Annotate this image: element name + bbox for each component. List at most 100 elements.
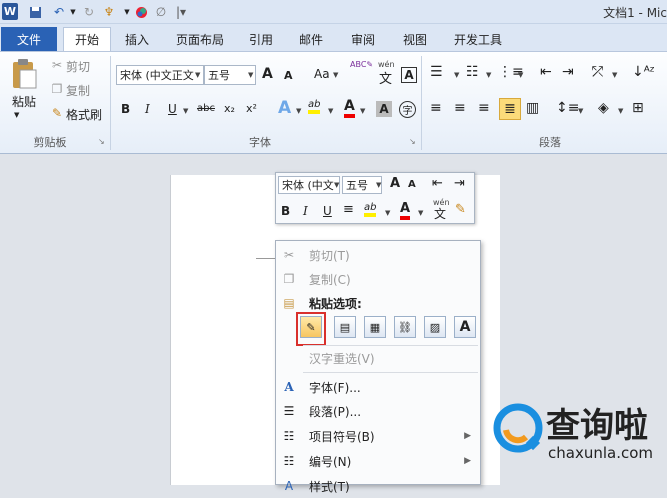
chinese-layout-icon[interactable]: ⤱ (592, 64, 603, 80)
highlight-icon[interactable]: ab (308, 99, 321, 114)
mini-phonetic-icon[interactable]: 文 (434, 205, 446, 222)
distributed-icon[interactable]: ▥ (526, 100, 539, 116)
format-painter-icon[interactable]: ✎ (50, 106, 64, 120)
borders-icon[interactable]: ⊞ (632, 100, 644, 116)
menu-item-copy[interactable]: ❐ 复制(C) (275, 267, 481, 291)
mini-highlight-dropdown-icon[interactable]: ▼ (385, 209, 390, 217)
mini-font-color-dropdown-icon[interactable]: ▼ (418, 209, 423, 217)
line-spacing-icon[interactable]: ↕≡ (556, 100, 579, 116)
font-name-dropdown-icon[interactable]: ▼ (195, 71, 200, 79)
mini-font-color-icon[interactable]: A (400, 201, 411, 220)
align-left-icon[interactable]: ≡ (430, 100, 442, 116)
paste-text-only-icon[interactable]: A (454, 316, 476, 338)
draw-icon[interactable]: ∅ (152, 3, 170, 21)
cut-button[interactable]: 剪切 (66, 58, 90, 75)
enclose-char-icon[interactable]: 字 (399, 101, 416, 118)
paste-link-icon[interactable]: ⛓ (394, 316, 416, 338)
shrink-font-icon[interactable]: A (284, 69, 293, 82)
justify-icon[interactable]: ≣ (499, 98, 521, 120)
bullets-dropdown-icon[interactable]: ▼ (454, 71, 459, 79)
cut-icon[interactable]: ✂ (50, 58, 64, 72)
copy-button[interactable]: 复制 (66, 82, 90, 99)
strikethrough-button[interactable]: abc (197, 103, 215, 114)
mini-increase-indent-icon[interactable]: ⇥ (454, 176, 465, 191)
tab-home[interactable]: 开始 (63, 27, 111, 51)
word-logo-icon[interactable]: W (2, 3, 18, 20)
copy-icon[interactable]: ❐ (50, 82, 64, 96)
mini-font-name-combo[interactable]: 宋体 (中文 (278, 176, 340, 194)
text-effects-icon[interactable]: A (278, 98, 291, 118)
tab-insert[interactable]: 插入 (118, 27, 156, 51)
menu-item-cut[interactable]: ✂ 剪切(T) (275, 243, 481, 267)
font-size-dropdown-icon[interactable]: ▼ (248, 71, 253, 79)
paste-button[interactable]: 粘贴 (6, 92, 42, 110)
mini-shrink-font-icon[interactable]: A (408, 179, 416, 190)
font-launcher-icon[interactable]: ↘ (409, 137, 416, 146)
customize-icon[interactable]: |▾ (172, 3, 190, 21)
paste-picture-icon[interactable]: ▨ (424, 316, 446, 338)
mini-format-painter-icon[interactable]: ✎ (455, 202, 466, 217)
chinese-layout-dropdown-icon[interactable]: ▼ (612, 71, 617, 79)
mini-center-icon[interactable]: ≡ (343, 202, 354, 217)
menu-item-styles[interactable]: A 样式(T) (275, 474, 481, 498)
paste-merge-format-icon[interactable]: ▤ (334, 316, 356, 338)
clear-format-icon[interactable]: ABC✎ (350, 60, 373, 69)
paste-keep-source-format-icon[interactable]: ✎ (300, 316, 322, 338)
font-color-icon[interactable]: A (344, 98, 355, 118)
paste-icon[interactable] (6, 56, 42, 92)
menu-item-bullets[interactable]: ☷ 项目符号(B) ▶ (275, 424, 481, 448)
change-case-dropdown-icon[interactable]: ▼ (333, 71, 338, 79)
menu-item-paragraph[interactable]: ☰ 段落(P)... (275, 399, 481, 423)
tab-mailings[interactable]: 邮件 (292, 27, 330, 51)
color-circle-icon[interactable] (132, 3, 150, 21)
shading-dropdown-icon[interactable]: ▼ (618, 107, 623, 115)
phonetic-guide-icon[interactable]: 文 (379, 68, 392, 87)
line-spacing-dropdown-icon[interactable]: ▼ (578, 107, 583, 115)
char-border-icon[interactable]: A (401, 67, 417, 83)
mini-decrease-indent-icon[interactable]: ⇤ (432, 176, 443, 191)
numbering-dropdown-icon[interactable]: ▼ (486, 71, 491, 79)
tab-layout[interactable]: 页面布局 (168, 27, 232, 51)
paste-dropdown-icon[interactable]: ▼ (14, 111, 19, 119)
save-icon[interactable] (26, 3, 44, 21)
align-center-icon[interactable]: ≡ (454, 100, 466, 116)
format-painter-button[interactable]: 格式刷 (66, 106, 102, 123)
mini-bold-button[interactable]: B (281, 204, 290, 218)
redo-icon[interactable]: ↻ (80, 3, 98, 21)
subscript-button[interactable]: x₂ (224, 102, 235, 115)
bullets-icon[interactable]: ☰ (430, 64, 443, 80)
tab-view[interactable]: 视图 (396, 27, 434, 51)
increase-indent-icon[interactable]: ⇥ (562, 64, 574, 80)
bold-button[interactable]: B (121, 102, 130, 116)
menu-item-font[interactable]: A 字体(F)... (275, 375, 481, 399)
change-case-icon[interactable]: Aa (314, 67, 330, 81)
mini-grow-font-icon[interactable]: A (390, 176, 400, 191)
char-shading-icon[interactable]: A (376, 101, 392, 117)
grow-font-icon[interactable]: A (262, 66, 273, 82)
format-painter-icon[interactable]: ♆ (100, 3, 118, 21)
shading-icon[interactable]: ◈ (598, 100, 609, 116)
tab-review[interactable]: 审阅 (344, 27, 382, 51)
underline-dropdown-icon[interactable]: ▼ (183, 107, 188, 115)
menu-item-reselect[interactable]: 汉字重选(V) (275, 346, 481, 370)
tab-references[interactable]: 引用 (242, 27, 280, 51)
mini-font-size-dropdown-icon[interactable]: ▼ (376, 181, 381, 189)
tab-developer[interactable]: 开发工具 (448, 27, 508, 51)
clipboard-launcher-icon[interactable]: ↘ (98, 137, 105, 146)
mini-underline-button[interactable]: U (323, 204, 332, 218)
align-right-icon[interactable]: ≡ (478, 100, 490, 116)
mini-italic-button[interactable]: I (303, 204, 308, 218)
mini-font-name-dropdown-icon[interactable]: ▼ (334, 181, 339, 189)
text-effects-dropdown-icon[interactable]: ▼ (296, 107, 301, 115)
menu-item-numbering[interactable]: ☷ 编号(N) ▶ (275, 449, 481, 473)
highlight-dropdown-icon[interactable]: ▼ (328, 107, 333, 115)
decrease-indent-icon[interactable]: ⇤ (540, 64, 552, 80)
numbering-icon[interactable]: ☷ (466, 64, 479, 80)
multilevel-dropdown-icon[interactable]: ▼ (518, 71, 523, 79)
underline-button[interactable]: U (168, 102, 177, 116)
mini-highlight-icon[interactable]: ab (364, 202, 377, 217)
tab-file[interactable]: 文件 (1, 27, 57, 51)
paste-use-destination-icon[interactable]: ▦ (364, 316, 386, 338)
superscript-button[interactable]: x² (246, 102, 257, 115)
font-name-combo[interactable]: 宋体 (中文正文 (116, 65, 204, 85)
